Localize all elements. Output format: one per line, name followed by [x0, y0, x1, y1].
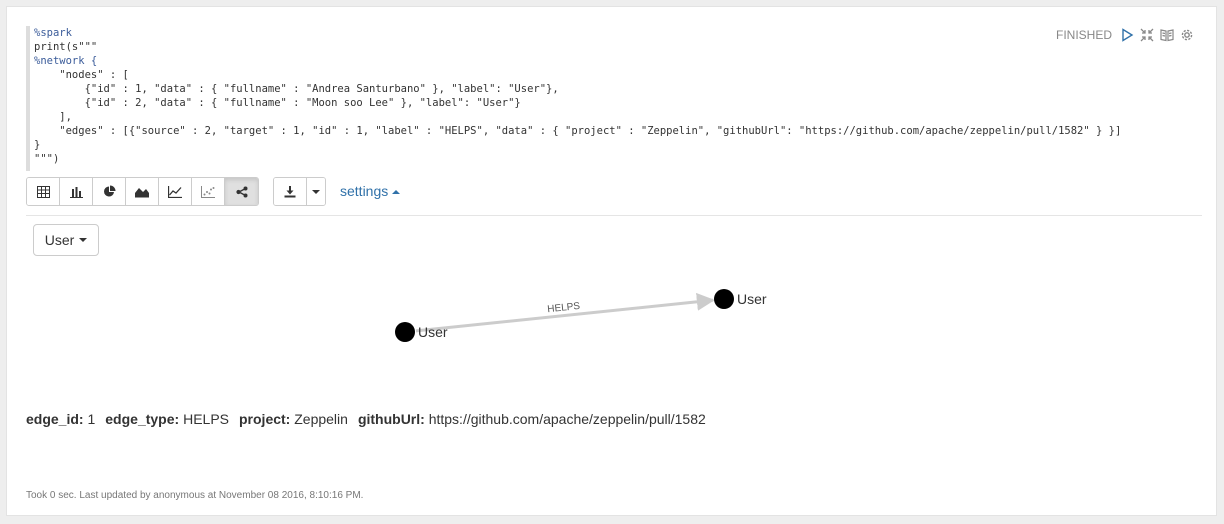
project-field: project: Zeppelin [239, 411, 348, 427]
bar-chart-icon [69, 186, 83, 198]
code-line: {"id" : 1, "data" : { "fullname" : "Andr… [34, 83, 559, 95]
viz-button-group [26, 177, 259, 206]
network-icon [235, 186, 247, 197]
play-icon[interactable] [1120, 28, 1134, 42]
code-line: "edges" : [{"source" : 2, "target" : 1, … [34, 125, 1122, 137]
chevron-down-icon [79, 238, 88, 242]
code-line: } [34, 139, 41, 151]
notebook-paragraph: %spark print(s""" %network { "nodes" : [… [6, 6, 1217, 516]
detail-value: Zeppelin [294, 411, 348, 427]
detail-value: HELPS [183, 411, 229, 427]
detail-value: https://github.com/apache/zeppelin/pull/… [428, 411, 706, 427]
pie-chart-icon [103, 185, 115, 197]
line-chart-icon [168, 185, 182, 198]
chevron-up-icon [392, 189, 401, 194]
settings-label: settings [340, 183, 389, 199]
code-editor[interactable]: %spark print(s""" %network { "nodes" : [… [26, 26, 1186, 171]
table-icon [36, 185, 50, 198]
paragraph-footer: Took 0 sec. Last updated by anonymous at… [26, 490, 364, 501]
edge-label: HELPS [547, 301, 581, 315]
detail-key: project: [239, 411, 291, 427]
graph-node[interactable] [395, 322, 415, 342]
code-line: print(s""" [34, 41, 98, 53]
detail-key: githubUrl: [357, 411, 425, 427]
download-icon [284, 185, 296, 197]
pie-chart-button[interactable] [93, 178, 126, 205]
dropdown-selected-value: User [44, 232, 75, 248]
github-url-field: githubUrl: https://github.com/apache/zep… [358, 411, 706, 427]
edge-type-field: edge_type: HELPS [105, 411, 229, 427]
scatter-chart-button[interactable] [192, 178, 225, 205]
code-line: %spark [34, 27, 72, 39]
scatter-chart-icon [201, 185, 215, 198]
bar-chart-button[interactable] [60, 178, 93, 205]
book-icon[interactable] [1160, 28, 1174, 42]
paragraph-controls: FINISHED [1056, 27, 1194, 43]
code-line: """) [34, 153, 60, 165]
status-label: FINISHED [1055, 28, 1112, 42]
node-label: User [418, 324, 448, 340]
detail-key: edge_id: [26, 411, 84, 427]
code-line: %network { [34, 55, 98, 67]
gear-icon[interactable] [1180, 28, 1194, 42]
graph-node[interactable] [714, 289, 734, 309]
network-view-button[interactable] [225, 178, 258, 205]
visualization-toolbar: settings [26, 177, 401, 206]
code-line: {"id" : 2, "data" : { "fullname" : "Moon… [34, 97, 521, 109]
detail-key: edge_type: [105, 411, 180, 427]
chevron-down-icon [312, 189, 320, 194]
settings-toggle[interactable]: settings [340, 177, 401, 206]
line-chart-button[interactable] [159, 178, 192, 205]
collapse-icon[interactable] [1140, 28, 1154, 42]
edge-details: edge_id: 1 edge_type: HELPS project: Zep… [26, 411, 706, 427]
divider [26, 215, 1202, 216]
edge-id-field: edge_id: 1 [26, 411, 95, 427]
node-label: User [737, 291, 767, 307]
download-button[interactable] [274, 178, 307, 205]
code-line: "nodes" : [ [34, 69, 129, 81]
graph-edge[interactable] [415, 292, 715, 333]
area-chart-icon [135, 187, 149, 197]
table-view-button[interactable] [27, 178, 60, 205]
code-line: ], [34, 111, 72, 123]
download-options-button[interactable] [307, 178, 325, 205]
detail-value: 1 [87, 411, 96, 427]
download-button-group [273, 177, 326, 206]
label-filter-dropdown[interactable]: User [33, 224, 99, 256]
area-chart-button[interactable] [126, 178, 159, 205]
